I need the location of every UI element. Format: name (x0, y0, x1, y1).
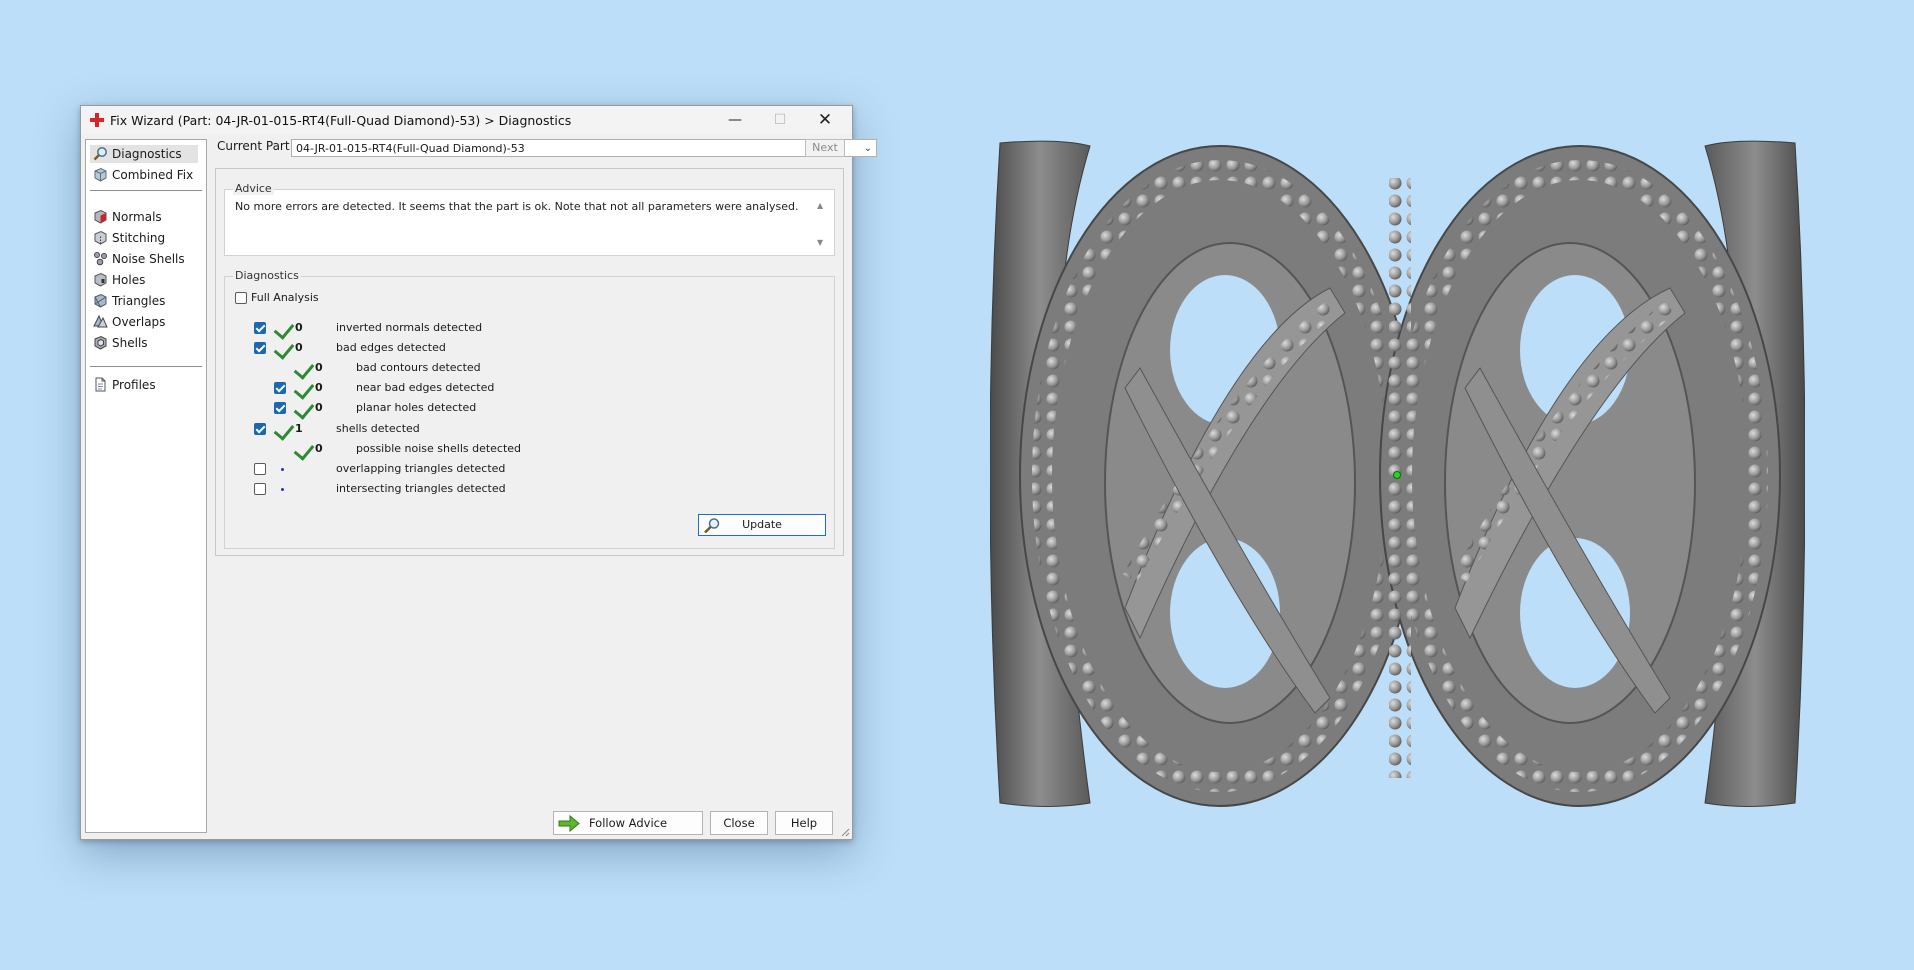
row-checkbox[interactable] (254, 342, 266, 355)
follow-advice-label: Follow Advice (588, 816, 668, 830)
diagnostics-row: 0 bad edges detected (225, 338, 825, 360)
row-checkbox[interactable] (254, 462, 266, 475)
overlaps-icon (93, 314, 108, 328)
sidebar-item-label: Holes (112, 273, 146, 287)
stitching-cube-icon (94, 230, 107, 245)
row-checkbox[interactable] (274, 402, 286, 415)
sidebar-divider (90, 190, 202, 191)
row-count: 0 (315, 361, 323, 375)
sidebar-item-label: Combined Fix (112, 168, 194, 182)
checkmark-icon (273, 318, 295, 340)
cube-icon (94, 167, 107, 182)
sidebar-item-label: Noise Shells (112, 252, 185, 266)
scroll-down-icon[interactable]: ▼ (817, 238, 823, 247)
row-count: 0 (295, 341, 303, 355)
document-icon (95, 377, 106, 392)
row-checkbox[interactable] (254, 322, 266, 334)
diagnostics-row: intersecting triangles detected (225, 480, 825, 498)
current-part-label: Current Part: (217, 139, 294, 153)
sidebar-item-label: Diagnostics (112, 147, 182, 161)
sidebar-item-diagnostics[interactable]: Diagnostics (90, 145, 198, 163)
help-button[interactable]: Help (775, 811, 833, 835)
magnifier-icon (93, 147, 107, 161)
checkmark-icon (293, 358, 315, 380)
title-bar[interactable]: Fix Wizard (Part: 04-JR-01-015-RT4(Full-… (81, 106, 852, 134)
row-count: 0 (315, 441, 323, 455)
sidebar-divider (90, 366, 202, 367)
row-label: possible noise shells detected (356, 441, 522, 455)
row-checkbox[interactable] (254, 482, 266, 495)
row-count: 0 (315, 401, 323, 415)
row-label: near bad edges detected (356, 381, 495, 395)
sidebar-item-label: Triangles (112, 294, 166, 308)
row-count: 1 (295, 421, 303, 435)
row-checkbox[interactable] (254, 422, 266, 435)
row-label: planar holes detected (356, 401, 477, 415)
row-count: 0 (295, 321, 303, 334)
checkmark-icon (293, 378, 315, 401)
advice-title: Advice (233, 182, 274, 195)
shells-icon (94, 335, 107, 350)
diagnostics-row: 0 planar holes detected (225, 398, 825, 421)
sidebar-item-label: Overlaps (112, 315, 166, 329)
diagnostics-row: 0 possible noise shells detected (225, 438, 825, 461)
red-cross-app-icon (90, 113, 104, 127)
close-button[interactable]: Close (710, 811, 768, 835)
magnifier-icon (704, 518, 720, 534)
diagnostics-title: Diagnostics (233, 269, 301, 282)
row-label: shells detected (336, 421, 420, 435)
checkmark-icon (293, 398, 315, 421)
full-analysis-label: Full Analysis (251, 291, 319, 304)
minimize-button[interactable]: — (713, 106, 757, 134)
content-panel: Advice No more errors are detected. It s… (215, 168, 844, 556)
current-part-select[interactable]: 04-JR-01-015-RT4(Full-Quad Diamond)-53 ⌄ (291, 139, 877, 157)
close-window-button[interactable]: ✕ (803, 106, 847, 134)
diagnostics-row: 0 bad contours detected (225, 358, 825, 380)
current-part-value: 04-JR-01-015-RT4(Full-Quad Diamond)-53 (296, 142, 525, 155)
sidebar-item-label: Stitching (112, 231, 166, 245)
checkmark-icon (273, 418, 295, 441)
diagnostics-group: Diagnostics Full Analysis 0 inverted norm… (224, 269, 835, 549)
normals-cube-icon (94, 209, 107, 224)
scroll-up-icon[interactable]: ▲ (817, 201, 823, 210)
ring-model (990, 140, 1805, 807)
sidebar-item-label: Profiles (112, 378, 156, 392)
row-label: inverted normals detected (336, 321, 483, 334)
triangles-icon (94, 293, 107, 308)
next-button[interactable]: Next (805, 139, 845, 157)
row-checkbox[interactable] (274, 382, 286, 395)
sidebar-item-label: Shells (112, 336, 148, 350)
advice-group: Advice No more errors are detected. It s… (224, 182, 835, 256)
noise-shells-icon (94, 252, 107, 266)
chevron-down-icon: ⌄ (863, 143, 872, 154)
holes-cube-icon (94, 272, 107, 287)
pending-dot-icon (281, 467, 284, 471)
resize-grip-icon[interactable] (840, 827, 850, 837)
checkmark-icon (273, 338, 295, 360)
checkmark-icon (293, 438, 315, 461)
diagnostics-row: 0 inverted normals detected (225, 318, 825, 340)
diagnostics-row: 0 near bad edges detected (225, 378, 825, 401)
pending-dot-icon (281, 487, 284, 491)
row-label: intersecting triangles detected (336, 481, 506, 495)
maximize-button[interactable]: ☐ (758, 106, 802, 134)
3d-model-viewport[interactable] (990, 138, 1805, 813)
diagnostics-row: overlapping triangles detected (225, 460, 825, 478)
update-button[interactable]: Update (698, 514, 826, 536)
full-analysis-checkbox[interactable] (235, 292, 247, 304)
advice-text: No more errors are detected. It seems th… (235, 200, 799, 213)
update-label: Update (742, 518, 782, 531)
row-label: overlapping triangles detected (336, 461, 506, 475)
sidebar: Diagnostics Combined Fix Normals Stitchi… (85, 139, 207, 833)
advice-scrollbar[interactable]: ▲ ▼ (815, 201, 829, 247)
diagnostics-row: 1 shells detected (225, 418, 825, 441)
row-label: bad edges detected (336, 341, 446, 355)
arrow-right-icon (558, 814, 580, 833)
row-label: bad contours detected (356, 361, 481, 375)
fix-wizard-dialog: Fix Wizard (Part: 04-JR-01-015-RT4(Full-… (80, 105, 877, 840)
window-title: Fix Wizard (Part: 04-JR-01-015-RT4(Full-… (110, 113, 572, 128)
sidebar-item-label: Normals (112, 210, 162, 224)
row-count: 0 (315, 381, 323, 395)
follow-advice-button[interactable]: Follow Advice (553, 811, 703, 835)
